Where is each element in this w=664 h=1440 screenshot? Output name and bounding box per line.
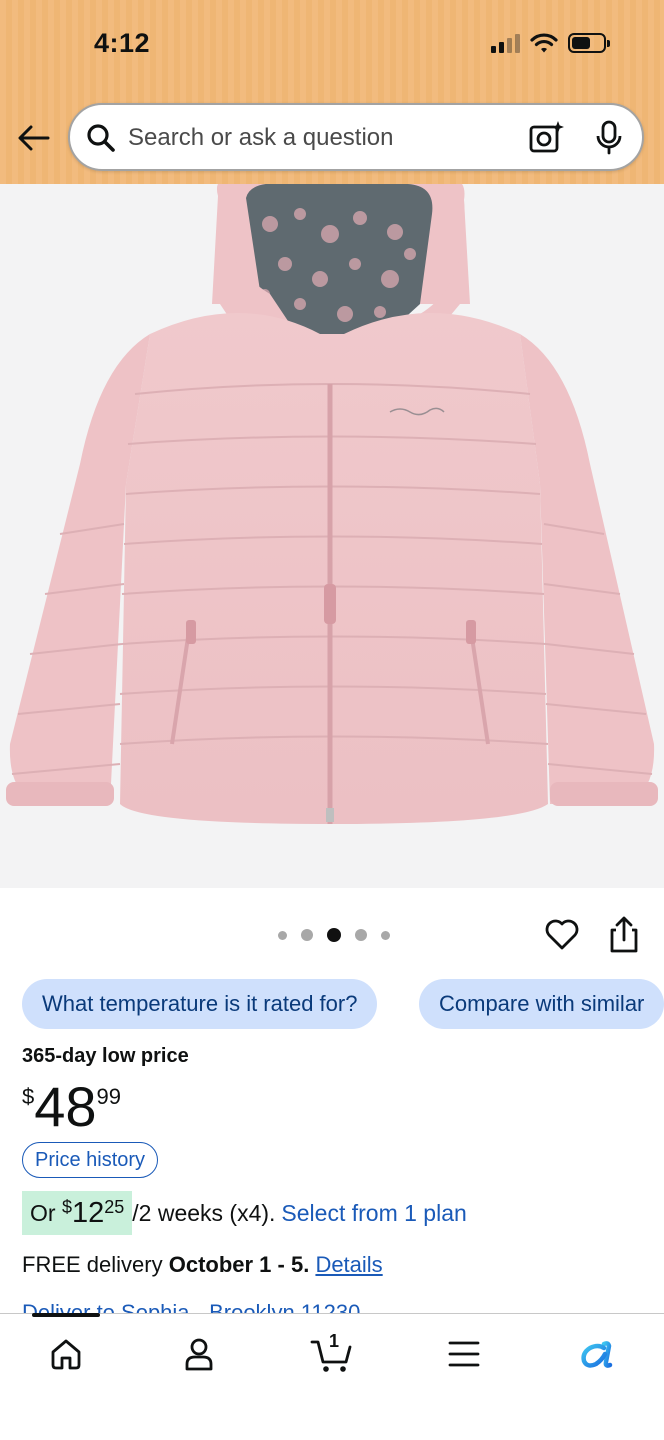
carousel-dot-active[interactable]: [327, 928, 341, 942]
header: 4:12: [0, 0, 664, 184]
installment-whole: 12: [71, 1196, 105, 1229]
rufus-icon: [581, 1341, 613, 1368]
deliver-to-text: Deliver to Sophia - Brooklyn 11230: [22, 1300, 361, 1314]
carousel-dot[interactable]: [301, 929, 313, 941]
installment-fraction: 25: [104, 1197, 125, 1217]
wifi-icon: [530, 33, 558, 53]
bottom-nav: 1: [0, 1313, 664, 1440]
price-whole: 48: [34, 1075, 97, 1138]
deal-badge: 365-day low price: [22, 1045, 189, 1067]
select-plan-link[interactable]: Select from 1 plan: [281, 1200, 466, 1227]
carousel-dot[interactable]: [355, 929, 367, 941]
nav-cart[interactable]: 1: [302, 1331, 362, 1376]
deliver-to-link[interactable]: Deliver to Sophia - Brooklyn 11230: [22, 1300, 360, 1314]
delivery-prefix: FREE delivery: [22, 1252, 163, 1277]
heart-icon[interactable]: [544, 916, 580, 952]
menu-icon: [448, 1341, 480, 1367]
price-fraction: 99: [96, 1084, 122, 1109]
delivery-dates: October 1 - 5.: [168, 1252, 310, 1277]
microphone-icon[interactable]: [594, 120, 624, 156]
installment-terms: /2 weeks (x4).: [132, 1199, 276, 1226]
nav-rufus[interactable]: [566, 1332, 626, 1376]
account-icon: [185, 1338, 213, 1371]
rufus-question-chip[interactable]: What temperature is it rated for?: [22, 979, 378, 1029]
product-page: 4:12 Search or ask a question What tempe…: [0, 0, 664, 1440]
camera-search-icon[interactable]: [528, 119, 564, 155]
installment-prefix: Or: [30, 1199, 56, 1226]
price-history-button[interactable]: Price history: [22, 1142, 159, 1178]
search-input[interactable]: [128, 119, 508, 157]
price-currency: $: [22, 1084, 35, 1109]
price: $ 48 99: [22, 1078, 121, 1136]
product-image[interactable]: [0, 184, 664, 888]
jacket-illustration: [6, 184, 658, 824]
installment-plan: Or $12 25 /2 weeks (x4). Select from 1 pl…: [22, 1191, 467, 1235]
carousel-dot[interactable]: [278, 930, 287, 940]
delivery-info: FREE delivery October 1 - 5. Details: [22, 1252, 383, 1278]
status-icons: [491, 32, 610, 54]
delivery-details-link[interactable]: Details: [315, 1252, 382, 1277]
installment-currency: $: [61, 1197, 72, 1217]
nav-home[interactable]: [36, 1332, 96, 1376]
carousel-dot[interactable]: [381, 930, 390, 940]
active-tab-indicator: [32, 1313, 100, 1317]
rufus-question-chip[interactable]: Compare with similar: [419, 979, 664, 1029]
share-icon[interactable]: [606, 914, 642, 954]
nav-menu[interactable]: [434, 1332, 494, 1376]
home-icon: [51, 1339, 81, 1370]
back-button[interactable]: [14, 118, 54, 158]
image-carousel-dots: [278, 928, 390, 942]
search-icon: [87, 124, 115, 152]
status-time: 4:12: [94, 28, 151, 58]
back-arrow-icon: [18, 125, 50, 151]
signal-icon: [491, 33, 520, 53]
nav-account[interactable]: [169, 1332, 229, 1376]
search-bar[interactable]: [68, 103, 644, 171]
cart-count-badge: 1: [329, 1331, 340, 1351]
battery-icon: [568, 33, 610, 53]
installment-amount: Or $12 25: [22, 1191, 133, 1235]
